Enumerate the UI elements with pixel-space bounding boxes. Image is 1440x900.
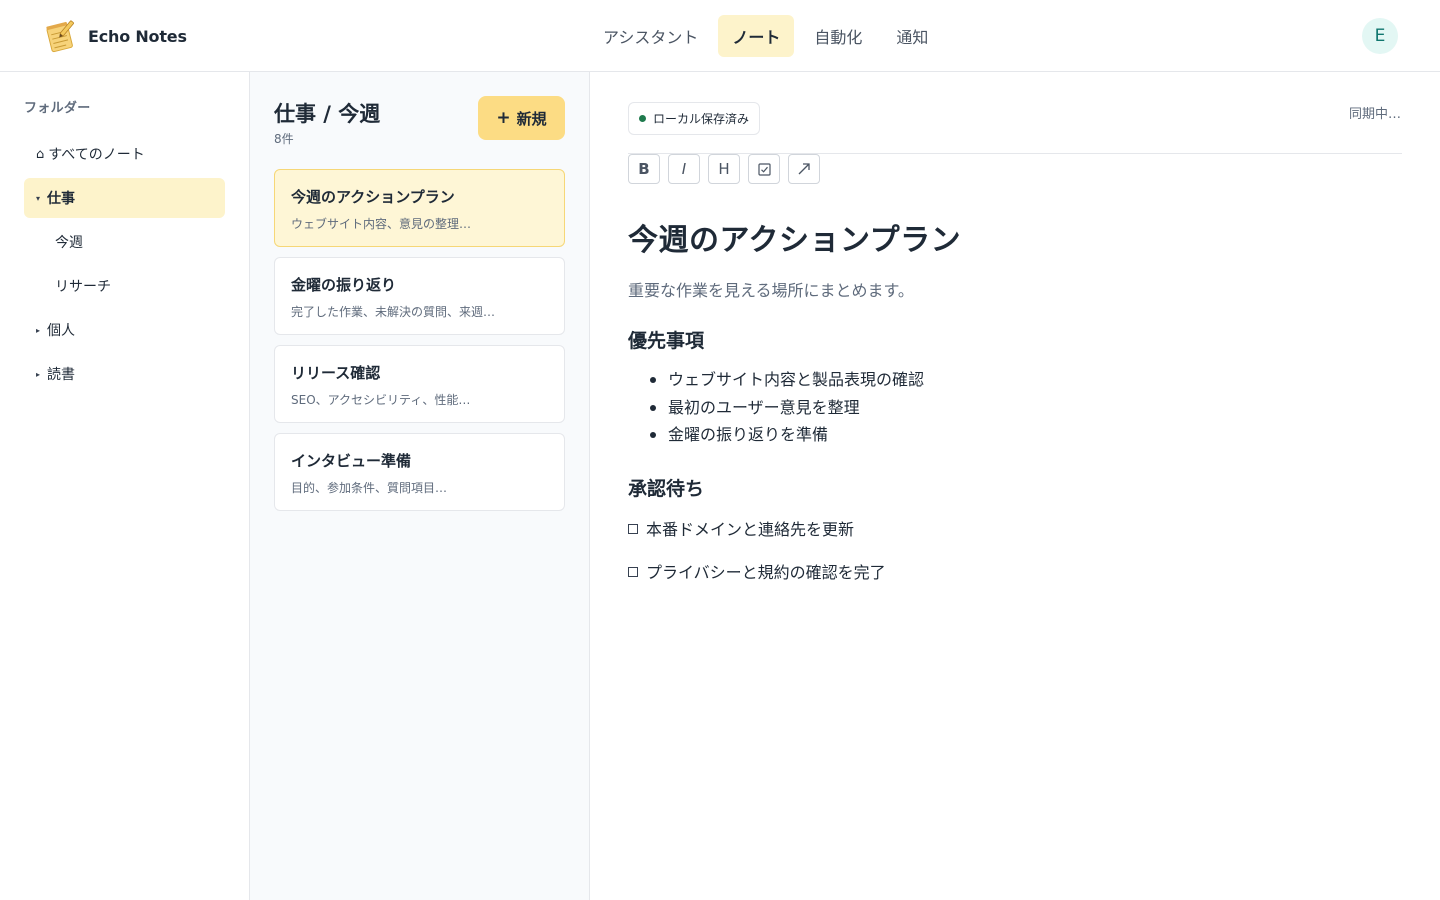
todo-checkbox[interactable]	[628, 524, 638, 534]
document-title[interactable]: 今週のアクションプラン	[628, 215, 961, 259]
bold-button[interactable]: B	[628, 154, 660, 184]
link-button[interactable]	[788, 154, 820, 184]
checkbox-button[interactable]	[748, 154, 780, 184]
sidebar-item-label: すべてのノート	[48, 147, 145, 163]
folder-sidebar: フォルダー ⌂ すべてのノート ▾ 仕事 今週 リサーチ ▸ 個人 ▸ 読書	[0, 72, 250, 900]
sync-status: 同期中…	[1348, 107, 1401, 122]
brand[interactable]: Echo Notes	[42, 18, 187, 54]
checkbox-icon	[757, 162, 771, 176]
note-card[interactable]: 金曜の振り返り 完了した作業、未解決の質問、来週…	[274, 257, 565, 335]
list-item[interactable]: 最初のユーザー意見を整理	[648, 397, 924, 425]
editor-divider	[628, 153, 1402, 154]
sidebar-item-all-notes[interactable]: ⌂ すべてのノート	[24, 134, 225, 174]
sidebar-item-research[interactable]: リサーチ	[24, 266, 225, 306]
tab-notes[interactable]: ノート	[718, 15, 795, 57]
note-card-title: インタビュー準備	[291, 452, 412, 470]
new-note-button[interactable]: + 新規	[478, 96, 565, 140]
sidebar-item-label: 今週	[55, 235, 83, 251]
home-icon: ⌂	[36, 146, 45, 162]
sidebar-item-work[interactable]: ▾ 仕事	[24, 178, 225, 218]
notepad-logo-icon	[46, 20, 74, 53]
heading-button[interactable]: H	[708, 154, 740, 184]
arrow-up-right-icon	[798, 163, 810, 175]
sidebar-item-label: 読書	[47, 367, 75, 383]
note-card-snippet: 完了した作業、未解決の質問、来週…	[291, 305, 496, 319]
document-lead[interactable]: 重要な作業を見える場所にまとめます。	[628, 277, 914, 301]
save-status-badge: ローカル保存済み	[628, 102, 761, 135]
new-note-label: 新規	[516, 109, 547, 128]
tab-notifications[interactable]: 通知	[882, 15, 942, 57]
sidebar-item-reading[interactable]: ▸ 読書	[24, 354, 225, 394]
top-bar: Echo Notes アシスタント ノート 自動化 通知 E	[0, 0, 1440, 72]
todo-item: プライバシーと規約の確認を完了	[628, 559, 886, 583]
section-heading-pending[interactable]: 承認待ち	[628, 474, 704, 501]
todo-checkbox[interactable]	[628, 567, 638, 577]
list-item[interactable]: ウェブサイト内容と製品表現の確認	[648, 369, 924, 397]
sidebar-item-label: リサーチ	[55, 279, 111, 295]
todo-label[interactable]: プライバシーと規約の確認を完了	[646, 559, 886, 583]
note-card[interactable]: 今週のアクションプラン ウェブサイト内容、意見の整理…	[274, 169, 565, 247]
tab-automation[interactable]: 自動化	[800, 15, 876, 57]
sidebar-item-this-week[interactable]: 今週	[24, 222, 225, 262]
chevron-down-icon: ▾	[36, 193, 41, 203]
tab-assistant[interactable]: アシスタント	[589, 15, 712, 57]
note-editor: ローカル保存済み 同期中… B I H 今週のアクションプラン 重要な作業を見え…	[591, 72, 1440, 900]
save-status-label: ローカル保存済み	[653, 112, 750, 126]
plus-icon: +	[496, 108, 511, 128]
chevron-right-icon: ▸	[36, 369, 41, 379]
todo-label[interactable]: 本番ドメインと連絡先を更新	[646, 516, 854, 540]
sidebar-heading: フォルダー	[24, 101, 91, 116]
note-card-snippet: SEO、アクセシビリティ、性能…	[291, 393, 471, 407]
todo-item: 本番ドメインと連絡先を更新	[628, 516, 854, 540]
note-card-title: 今週のアクションプラン	[291, 188, 455, 206]
italic-button[interactable]: I	[668, 154, 700, 184]
list-title: 仕事 / 今週	[274, 102, 381, 126]
saved-dot-icon	[639, 115, 646, 122]
note-card-snippet: 目的、参加条件、質問項目…	[291, 481, 448, 495]
note-card-title: 金曜の振り返り	[291, 276, 397, 294]
note-card[interactable]: リリース確認 SEO、アクセシビリティ、性能…	[274, 345, 565, 423]
app-name: Echo Notes	[88, 26, 187, 46]
note-card-snippet: ウェブサイト内容、意見の整理…	[291, 217, 472, 231]
priority-list: ウェブサイト内容と製品表現の確認 最初のユーザー意見を整理 金曜の振り返りを準備	[648, 369, 924, 452]
chevron-right-icon: ▸	[36, 325, 41, 335]
note-card[interactable]: インタビュー準備 目的、参加条件、質問項目…	[274, 433, 565, 511]
note-count: 8件	[274, 132, 294, 146]
user-avatar[interactable]: E	[1362, 18, 1398, 54]
sidebar-item-label: 仕事	[47, 191, 75, 207]
sidebar-item-personal[interactable]: ▸ 個人	[24, 310, 225, 350]
main-nav: アシスタント ノート 自動化 通知	[589, 15, 942, 57]
note-list-panel: 仕事 / 今週 8件 + 新規 今週のアクションプラン ウェブサイト内容、意見の…	[250, 72, 590, 900]
note-card-title: リリース確認	[291, 364, 381, 382]
list-item[interactable]: 金曜の振り返りを準備	[648, 424, 924, 452]
sidebar-item-label: 個人	[47, 323, 75, 339]
section-heading-priorities[interactable]: 優先事項	[628, 326, 704, 353]
